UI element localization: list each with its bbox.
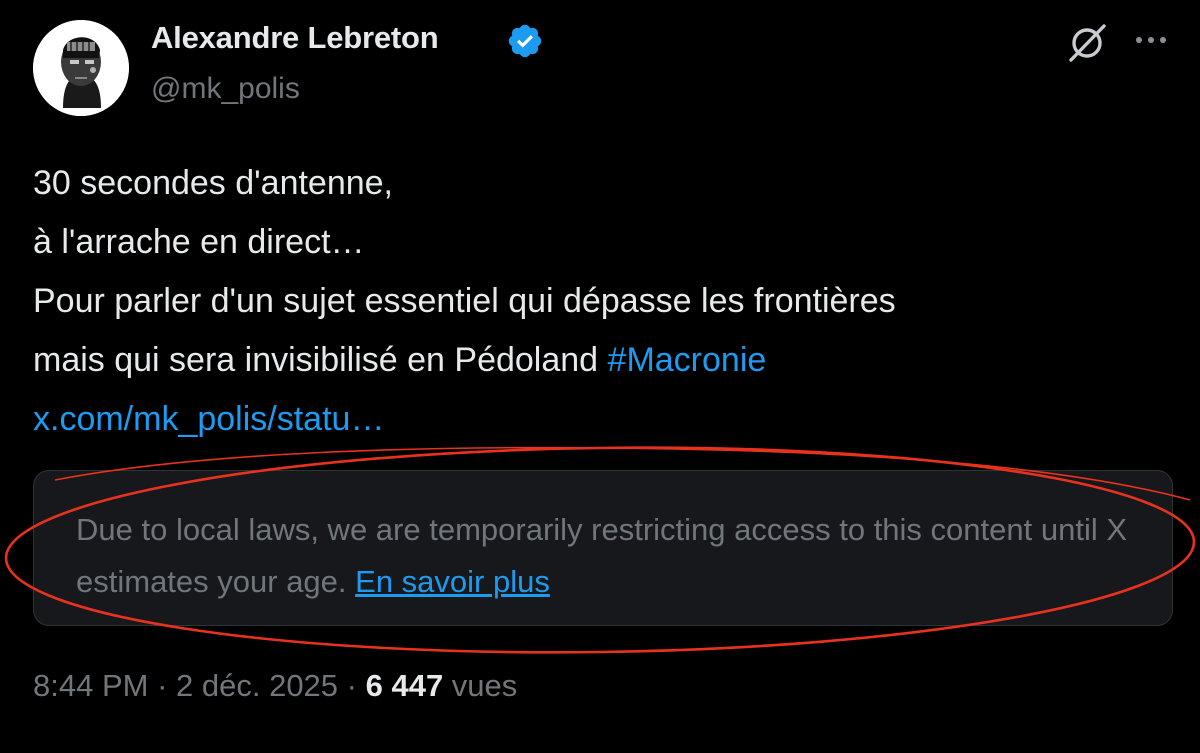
tweet-text: 30 secondes d'antenne, à l'arrache en di… [33,154,1173,449]
tweet-line-text: mais qui sera invisibilisé en Pédoland [33,341,608,379]
notice-text: Due to local laws, we are temporarily re… [76,504,1146,608]
hashtag-link[interactable]: #Macronie [608,341,767,379]
meta-separator: · [148,668,177,703]
tweet-date[interactable]: 2 déc. 2025 [176,668,338,703]
tweet-meta: 8:44 PM · 2 déc. 2025 · 6 447 vues [33,668,517,704]
tweet-line: 30 secondes d'antenne, [33,164,394,202]
tweet-line: Pour parler d'un sujet essentiel qui dép… [33,282,896,320]
grok-button[interactable] [1064,20,1110,66]
age-restriction-notice: Due to local laws, we are temporarily re… [33,470,1173,626]
learn-more-link[interactable]: En savoir plus [355,564,550,599]
status-link[interactable]: x.com/mk_polis/statu… [33,390,1173,449]
tweet: Alexandre Lebreton @mk_polis 30 secondes… [0,0,1200,753]
more-horizontal-icon [1136,37,1166,43]
meta-separator: · [338,668,366,703]
views-label: vues [443,668,518,703]
author-handle[interactable]: @mk_polis [151,72,300,106]
tweet-time[interactable]: 8:44 PM [33,668,148,703]
more-options-button[interactable] [1128,20,1174,60]
author-name[interactable]: Alexandre Lebreton [151,20,439,56]
tweet-line: mais qui sera invisibilisé en Pédoland #… [33,331,1173,390]
tweet-line: à l'arrache en direct… [33,223,365,261]
verified-badge-icon [508,24,542,58]
views-count: 6 447 [365,668,444,703]
grok-icon [1069,24,1106,62]
notice-message: Due to local laws, we are temporarily re… [76,512,1128,599]
avatar[interactable] [33,20,129,116]
